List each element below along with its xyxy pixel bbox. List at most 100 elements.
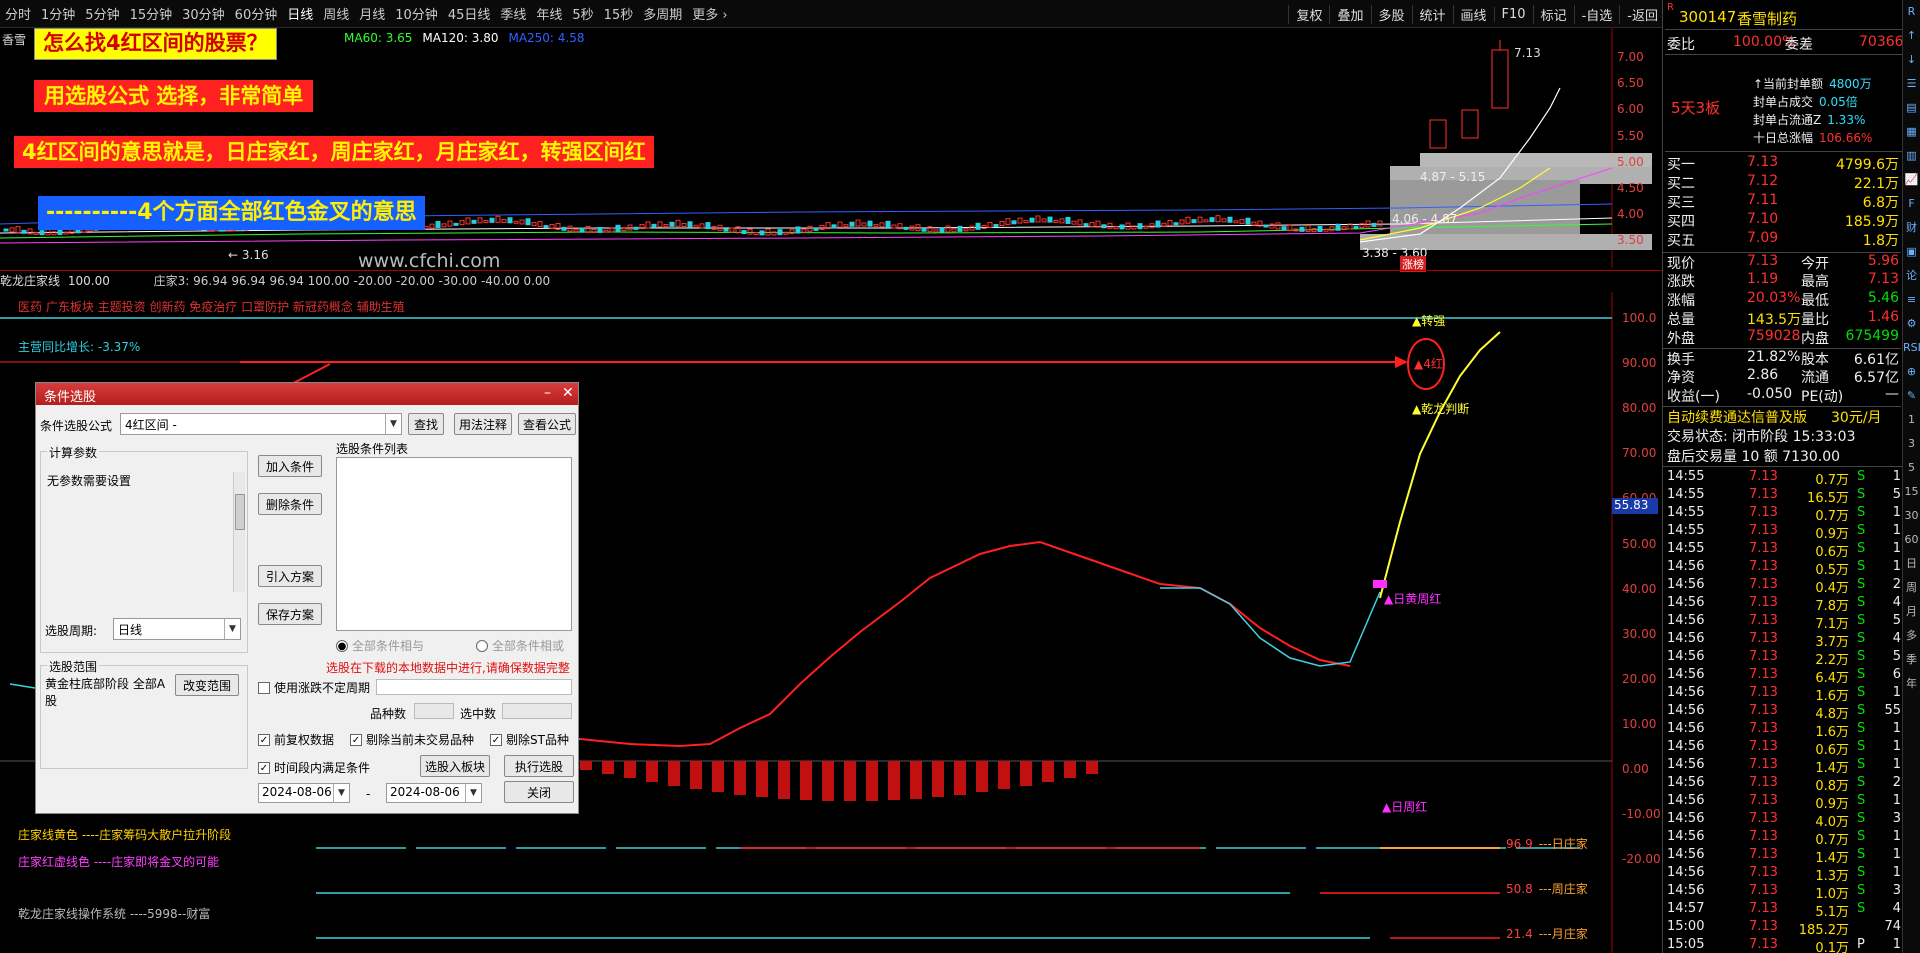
add-condition-button[interactable]: 加入条件 <box>258 455 322 477</box>
use-var-period-checkbox[interactable]: 使用涨跌不定周期 <box>258 679 370 696</box>
side-tool-icon[interactable]: 月 <box>1903 600 1920 624</box>
side-tool-icon[interactable]: ☰ <box>1903 72 1920 96</box>
change-range-button[interactable]: 改变范围 <box>175 674 239 696</box>
period-select[interactable]: 日线 ▼ <box>113 618 241 640</box>
stat-key: 现价 <box>1667 256 1695 272</box>
import-scheme-button[interactable]: 引入方案 <box>258 565 322 587</box>
range-group: 选股范围 黄金柱底部阶段 全部A股 改变范围 <box>40 658 248 769</box>
side-tool-icon[interactable]: 多 <box>1903 624 1920 648</box>
tick-side: S <box>1857 865 1866 880</box>
period-9[interactable]: 10分钟 <box>390 4 443 23</box>
side-tool-icon[interactable]: F <box>1903 192 1920 216</box>
side-tool-icon[interactable]: ↓ <box>1903 48 1920 72</box>
side-tool-icon[interactable]: ⚙ <box>1903 312 1920 336</box>
side-tool-icon[interactable]: 5 <box>1903 456 1920 480</box>
period-15[interactable]: 多周期 <box>638 4 687 23</box>
side-tool-icon[interactable]: 3 <box>1903 432 1920 456</box>
dialog-titlebar[interactable]: 条件选股 – ✕ <box>36 383 578 405</box>
period-0[interactable]: 分时 <box>0 4 36 23</box>
time-range-checkbox[interactable]: ✓ 时间段内满足条件 <box>258 759 370 776</box>
radio-or[interactable]: 全部条件相或 <box>476 637 564 654</box>
condition-select-dialog[interactable]: 条件选股 – ✕ 条件选股公式 4红区间 - ▼ 查找 用法注释 查看公式 计算… <box>35 382 579 814</box>
period-12[interactable]: 年线 <box>531 4 567 23</box>
side-tool-icon[interactable]: RSI <box>1903 336 1920 360</box>
chevron-down-icon[interactable]: ▼ <box>224 619 240 639</box>
period-1[interactable]: 1分钟 <box>36 4 80 23</box>
side-tool-icon[interactable]: 财 <box>1903 216 1920 240</box>
ad-row[interactable]: 自动续费通达信普及版 30元/月 <box>1663 406 1901 426</box>
side-tool-icon[interactable]: ▤ <box>1903 96 1920 120</box>
radio-and[interactable]: ● 全部条件相与 <box>336 637 424 654</box>
condition-list[interactable] <box>336 457 572 631</box>
side-tool-icon[interactable]: 30 <box>1903 504 1920 528</box>
side-tool-icon[interactable]: ↑ <box>1903 24 1920 48</box>
tool-8[interactable]: -返回 <box>1619 4 1665 24</box>
var-period-field[interactable] <box>376 679 572 695</box>
side-tool-icon[interactable]: 60 <box>1903 528 1920 552</box>
execute-button[interactable]: 执行选股 <box>504 755 574 777</box>
chevron-down-icon[interactable]: ▼ <box>333 784 349 802</box>
period-11[interactable]: 季线 <box>495 4 531 23</box>
period-16[interactable]: 更多 › <box>687 4 732 23</box>
side-tool-icon[interactable]: R <box>1903 0 1920 24</box>
params-scrollbar[interactable] <box>233 472 245 592</box>
usage-button[interactable]: 用法注释 <box>454 413 512 435</box>
view-formula-button[interactable]: 查看公式 <box>518 413 576 435</box>
tool-2[interactable]: 多股 <box>1370 4 1412 24</box>
delete-condition-button[interactable]: 删除条件 <box>258 493 322 515</box>
tool-3[interactable]: 统计 <box>1411 4 1453 24</box>
notrade-checkbox[interactable]: ✓ 剔除当前未交易品种 <box>350 731 474 748</box>
book-price: 7.10 <box>1747 211 1779 227</box>
minimize-icon[interactable]: – <box>544 385 551 401</box>
tool-1[interactable]: 叠加 <box>1329 4 1370 24</box>
side-tool-icon[interactable]: ⊕ <box>1903 360 1920 384</box>
side-tool-icon[interactable]: 季 <box>1903 648 1920 672</box>
tool-6[interactable]: 标记 <box>1532 4 1574 24</box>
st-checkbox[interactable]: ✓ 剔除ST品种 <box>490 731 569 748</box>
side-tool-icon[interactable]: 日 <box>1903 552 1920 576</box>
side-tool-icon[interactable]: 1 <box>1903 408 1920 432</box>
period-4[interactable]: 30分钟 <box>177 4 230 23</box>
side-tool-icon[interactable]: 15 <box>1903 480 1920 504</box>
find-button[interactable]: 查找 <box>408 413 444 435</box>
period-14[interactable]: 15秒 <box>599 4 639 23</box>
date-to[interactable]: 2024-08-06 ▼ <box>386 783 482 803</box>
period-7[interactable]: 周线 <box>318 4 354 23</box>
side-tool-icon[interactable]: 周 <box>1903 576 1920 600</box>
side-tool-icon[interactable]: ▣ <box>1903 240 1920 264</box>
chevron-down-icon[interactable]: ▼ <box>465 784 481 802</box>
close-icon[interactable]: ✕ <box>562 385 574 401</box>
side-tool-icon[interactable]: ▥ <box>1903 144 1920 168</box>
side-tool-icon[interactable]: ≡ <box>1903 288 1920 312</box>
hist-bar <box>602 761 614 774</box>
close-button[interactable]: 关闭 <box>504 781 574 803</box>
side-tool-icon[interactable]: ▦ <box>1903 120 1920 144</box>
tool-4[interactable]: 画线 <box>1452 4 1494 24</box>
side-tool-icon[interactable]: 年 <box>1903 672 1920 696</box>
tick-price: 7.13 <box>1749 721 1778 736</box>
side-tool-icon[interactable]: ✎ <box>1903 384 1920 408</box>
period-8[interactable]: 月线 <box>354 4 390 23</box>
date-from[interactable]: 2024-08-06 ▼ <box>258 783 350 803</box>
save-scheme-button[interactable]: 保存方案 <box>258 603 322 625</box>
tool-7[interactable]: -自选 <box>1573 4 1620 24</box>
tool-0[interactable]: 复权 <box>1288 4 1329 24</box>
tick-list[interactable]: 14:55 7.13 0.7万 S 1 14:55 7.13 16.5万 S 5 14:55 7.13… <box>1663 466 1903 953</box>
tick-side: S <box>1857 685 1866 700</box>
tool-5[interactable]: F10 <box>1493 6 1533 22</box>
period-5[interactable]: 60分钟 <box>230 4 283 23</box>
book-volume: 4799.6万 <box>1836 157 1899 173</box>
stock-name: 香雪制药 <box>1737 10 1798 28</box>
side-tool-icon[interactable]: 📈 <box>1903 168 1920 192</box>
fq-checkbox[interactable]: ✓ 前复权数据 <box>258 731 334 748</box>
chevron-down-icon[interactable]: ▼ <box>385 414 401 434</box>
period-13[interactable]: 5秒 <box>567 4 598 23</box>
to-block-button[interactable]: 选股入板块 <box>420 755 490 777</box>
period-2[interactable]: 5分钟 <box>80 4 124 23</box>
period-6[interactable]: 日线 <box>282 4 318 23</box>
period-3[interactable]: 15分钟 <box>125 4 178 23</box>
formula-select[interactable]: 4红区间 - ▼ <box>120 413 402 435</box>
side-tool-icon[interactable]: 论 <box>1903 264 1920 288</box>
period-10[interactable]: 45日线 <box>443 4 496 23</box>
candle <box>21 229 27 234</box>
